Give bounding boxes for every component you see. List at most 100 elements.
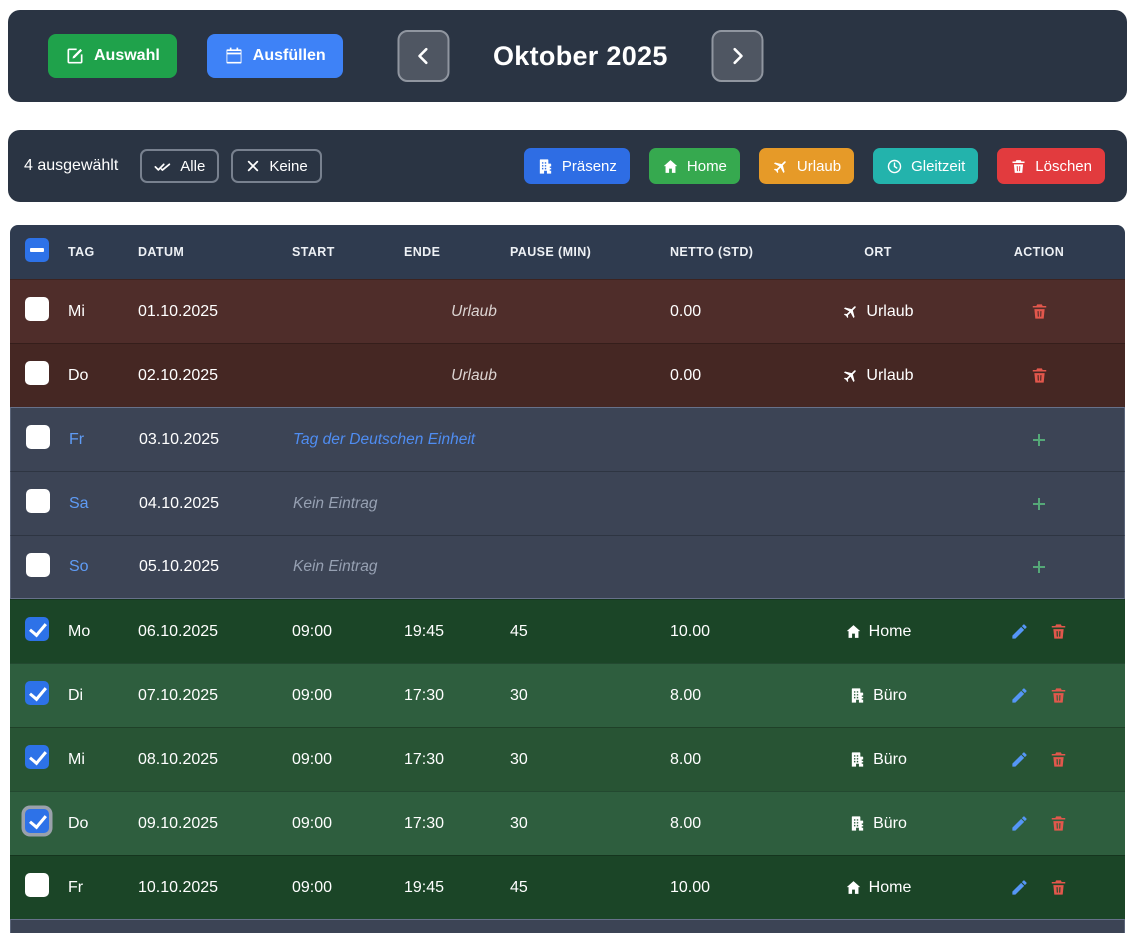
table-row: Mi 01.10.2025 Urlaub 0.00 Urlaub <box>10 279 1125 343</box>
row-checkbox[interactable] <box>26 425 50 449</box>
edit-button[interactable] <box>1010 814 1029 833</box>
row-checkbox[interactable] <box>25 297 49 321</box>
edit-button[interactable] <box>1010 750 1029 769</box>
table-row-partial <box>10 919 1125 933</box>
date-label: 03.10.2025 <box>132 431 286 449</box>
chevron-right-icon <box>726 44 750 68</box>
ausfuellen-button[interactable]: Ausfüllen <box>207 34 343 78</box>
table-row: Fr 10.10.2025 09:00 19:45 45 10.00 Home <box>10 855 1125 919</box>
netto-hours: 8.00 <box>663 815 803 833</box>
end-time: 17:30 <box>397 687 503 705</box>
building-icon <box>849 815 866 832</box>
gleitzeit-button[interactable]: Gleitzeit <box>873 148 978 184</box>
row-checkbox[interactable] <box>25 745 49 769</box>
location-cell: Urlaub <box>803 303 953 321</box>
row-checkbox[interactable] <box>25 361 49 385</box>
loeschen-label: Löschen <box>1035 158 1092 175</box>
edit-button[interactable] <box>1010 686 1029 705</box>
selection-bar: 4 ausgewählt Alle Keine Präsenz Home Url… <box>8 130 1127 202</box>
home-label: Home <box>687 158 727 175</box>
row-checkbox[interactable] <box>25 809 49 833</box>
selection-count: 4 ausgewählt <box>24 157 118 175</box>
plus-icon <box>1029 494 1049 514</box>
plus-icon <box>1029 557 1049 577</box>
building-icon <box>849 751 866 768</box>
date-label: 09.10.2025 <box>131 815 285 833</box>
delete-button[interactable] <box>1030 302 1049 321</box>
location-cell: Büro <box>803 815 953 833</box>
table-row: Fr 03.10.2025 Tag der Deutschen Einheit <box>10 407 1125 471</box>
col-header-ort: ORT <box>803 245 953 259</box>
netto-hours: 10.00 <box>663 879 803 897</box>
select-none-button[interactable]: Keine <box>231 149 321 183</box>
ausfuellen-label: Ausfüllen <box>253 47 326 65</box>
col-header-ende: ENDE <box>397 245 503 259</box>
checkbox-cell <box>10 873 61 902</box>
col-header-start: START <box>285 245 397 259</box>
edit-button[interactable] <box>1010 622 1029 641</box>
trash-icon <box>1049 686 1068 705</box>
action-cell <box>953 878 1125 897</box>
select-all-button[interactable]: Alle <box>140 149 219 183</box>
action-cell <box>954 557 1124 577</box>
edit-button[interactable] <box>1010 878 1029 897</box>
delete-button[interactable] <box>1049 878 1068 897</box>
date-label: 06.10.2025 <box>131 623 285 641</box>
day-label: Mi <box>61 303 131 321</box>
auswahl-button[interactable]: Auswahl <box>48 34 177 78</box>
row-checkbox[interactable] <box>25 617 49 641</box>
select-all-checkbox[interactable] <box>25 238 49 262</box>
action-cell <box>954 494 1124 514</box>
trash-icon <box>1010 158 1027 175</box>
praesenz-button[interactable]: Präsenz <box>524 148 630 184</box>
praesenz-label: Präsenz <box>562 158 617 175</box>
checkbox-cell <box>10 361 61 390</box>
location-cell: Home <box>803 879 953 897</box>
add-entry-button[interactable] <box>1029 430 1049 450</box>
date-label: 01.10.2025 <box>131 303 285 321</box>
day-label: Sa <box>62 495 132 513</box>
delete-button[interactable] <box>1049 750 1068 769</box>
action-cell <box>953 302 1125 321</box>
keine-label: Keine <box>269 158 307 175</box>
chevron-left-icon <box>411 44 435 68</box>
location-label: Büro <box>873 751 907 769</box>
checkbox-cell <box>11 553 62 582</box>
prev-month-button[interactable] <box>397 30 449 82</box>
delete-button[interactable] <box>1049 622 1068 641</box>
location-label: Urlaub <box>866 367 913 385</box>
row-checkbox[interactable] <box>26 489 50 513</box>
urlaub-button[interactable]: Urlaub <box>759 148 854 184</box>
home-icon <box>845 623 862 640</box>
location-cell: Büro <box>803 687 953 705</box>
delete-button[interactable] <box>1049 814 1068 833</box>
action-cell <box>953 366 1125 385</box>
add-entry-button[interactable] <box>1029 557 1049 577</box>
alle-label: Alle <box>180 158 205 175</box>
delete-button[interactable] <box>1030 366 1049 385</box>
checkbox-cell <box>10 617 61 646</box>
delete-button[interactable] <box>1049 686 1068 705</box>
add-entry-button[interactable] <box>1029 494 1049 514</box>
location-label: Büro <box>873 815 907 833</box>
day-label: Fr <box>61 879 131 897</box>
pause-minutes: 30 <box>503 751 663 769</box>
start-time: 09:00 <box>285 687 397 705</box>
table-row: Do 02.10.2025 Urlaub 0.00 Urlaub <box>10 343 1125 407</box>
location-cell: Home <box>803 623 953 641</box>
next-month-button[interactable] <box>712 30 764 82</box>
day-label: Mi <box>61 751 131 769</box>
end-time: 17:30 <box>397 751 503 769</box>
row-checkbox[interactable] <box>26 553 50 577</box>
pencil-icon <box>1010 878 1029 897</box>
row-checkbox[interactable] <box>25 681 49 705</box>
date-label: 04.10.2025 <box>132 495 286 513</box>
home-button[interactable]: Home <box>649 148 740 184</box>
pause-minutes: 45 <box>503 623 663 641</box>
end-time: 19:45 <box>397 879 503 897</box>
col-header-netto: NETTO (STD) <box>663 245 803 259</box>
pencil-icon <box>1010 814 1029 833</box>
loeschen-button[interactable]: Löschen <box>997 148 1105 184</box>
row-checkbox[interactable] <box>25 873 49 897</box>
holiday-note: Tag der Deutschen Einheit <box>286 431 664 449</box>
